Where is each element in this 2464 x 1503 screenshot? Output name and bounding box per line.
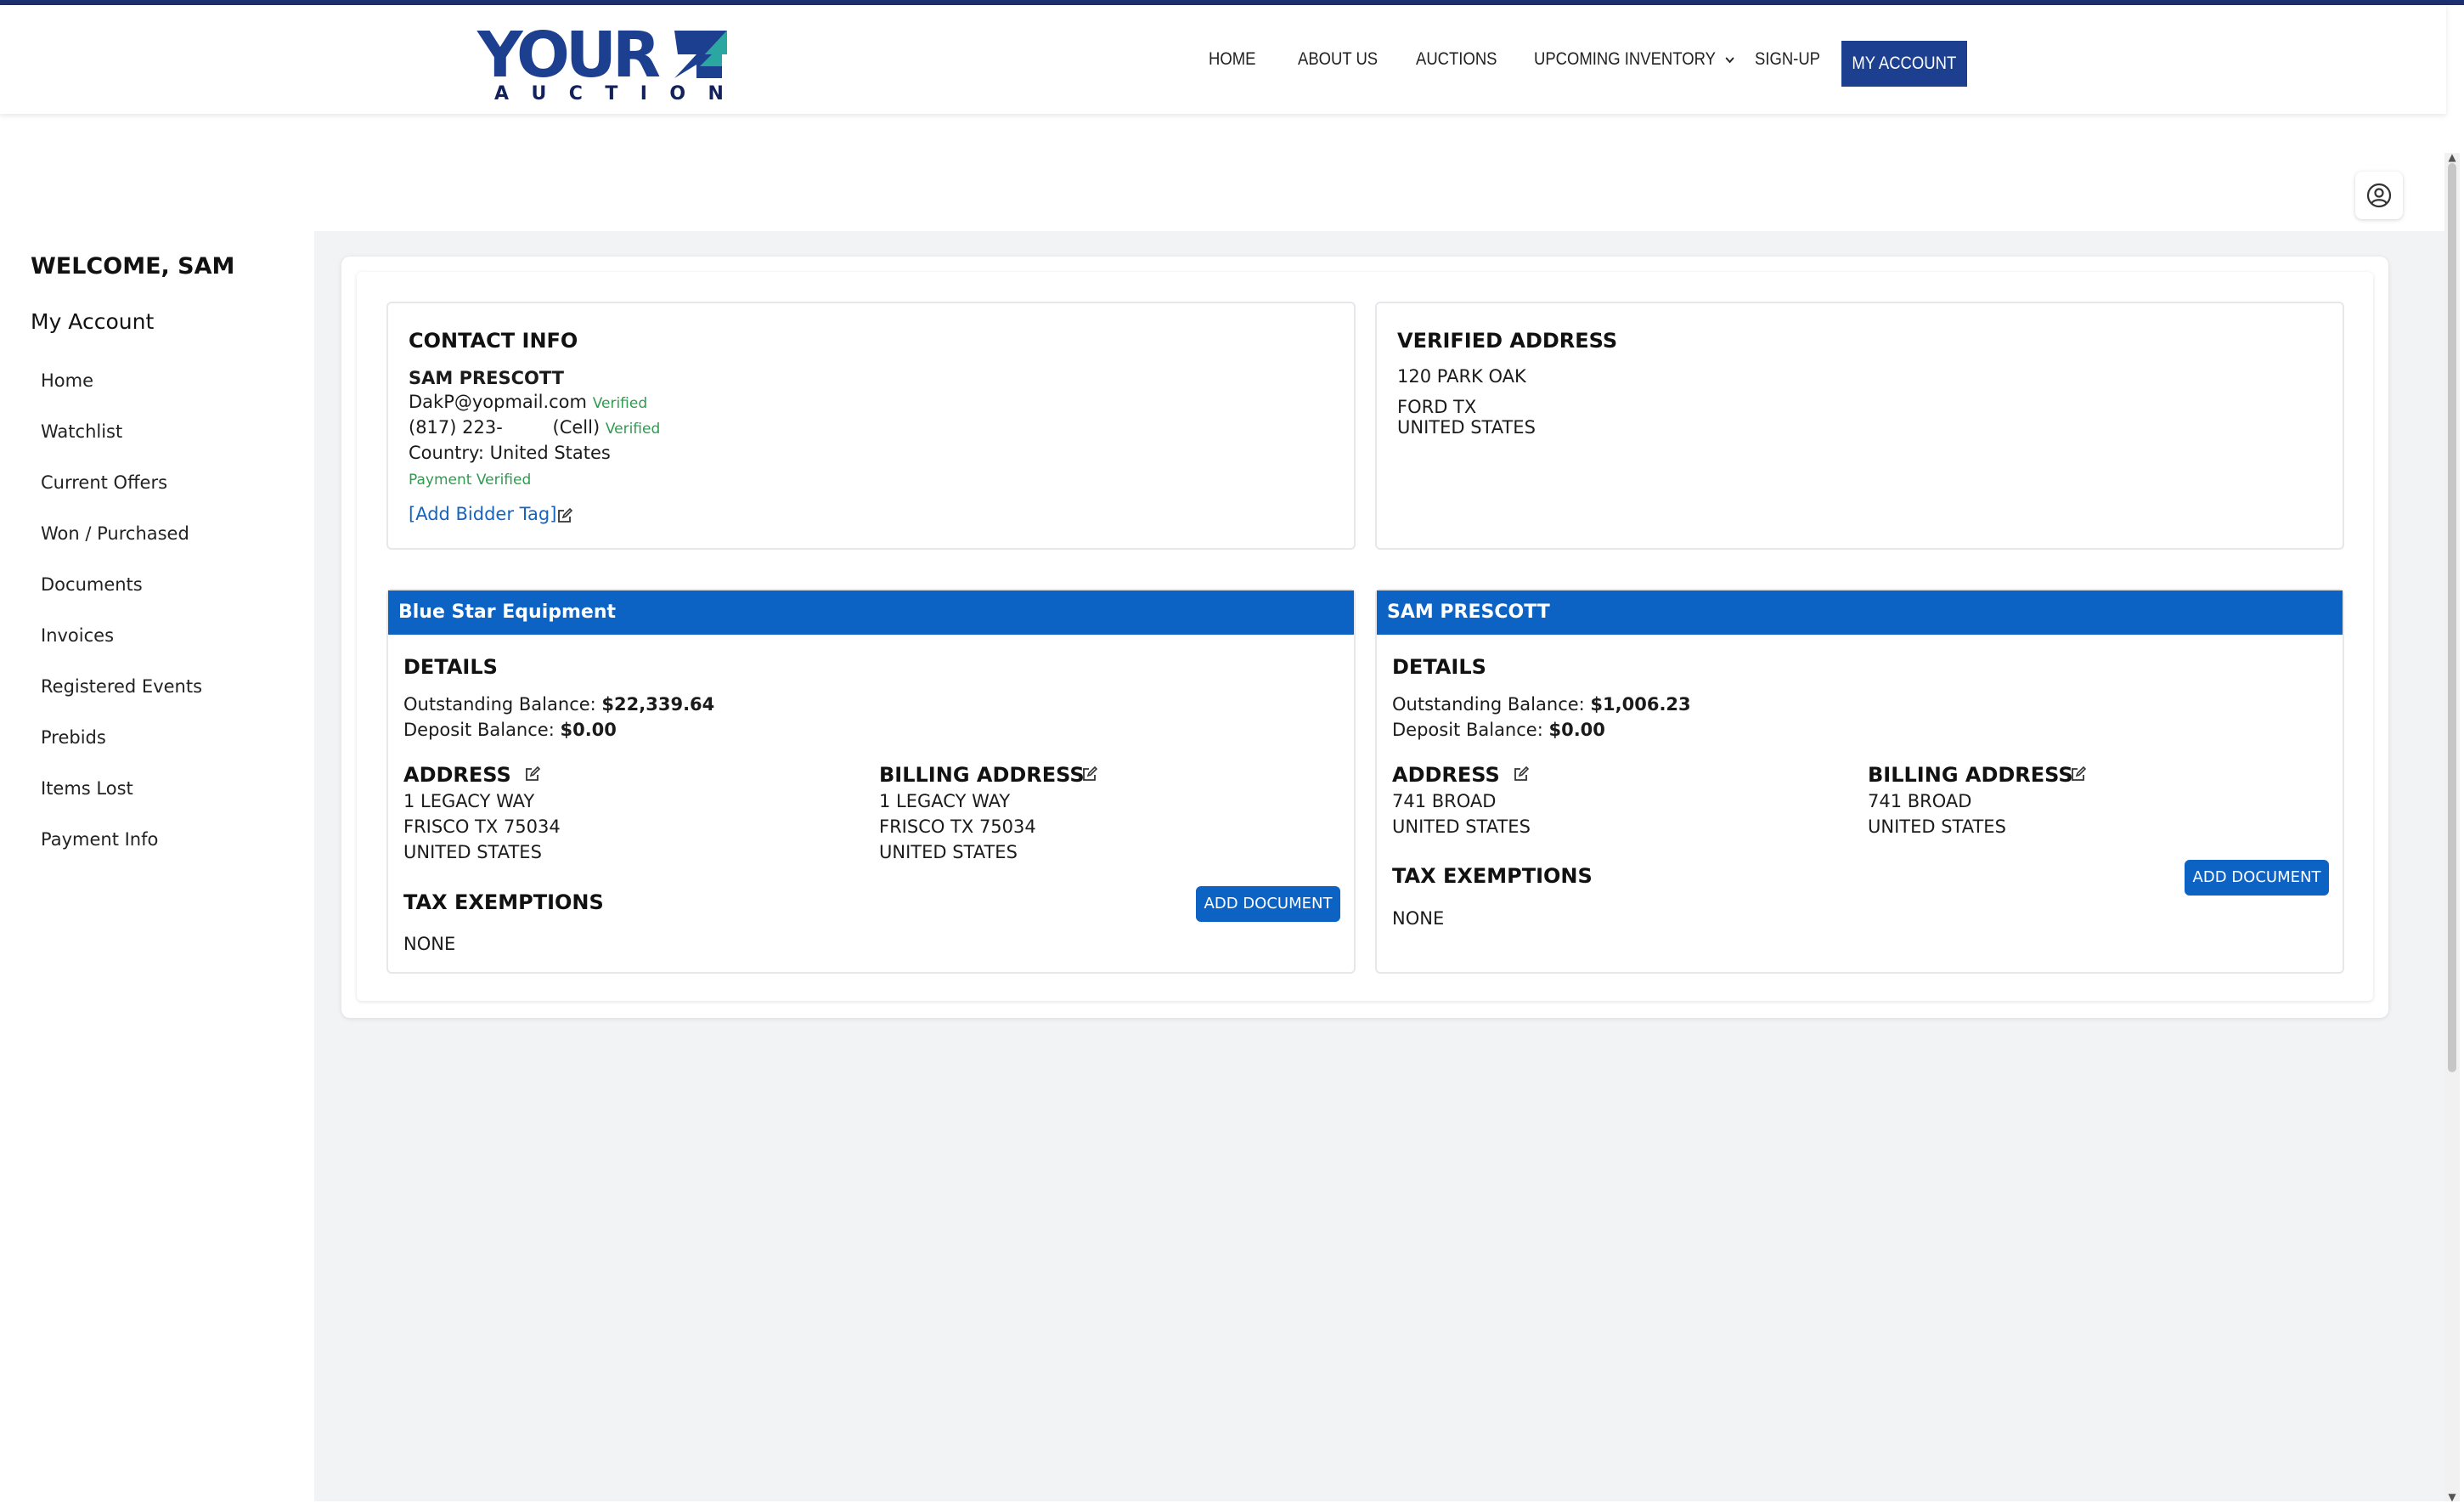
phone-verified-badge: Verified [605,421,661,438]
outstanding-balance: Outstanding Balance: $22,339.64 [403,694,715,715]
edit-address-icon[interactable] [1513,766,1530,783]
contact-phone: (817) 223- [409,417,503,438]
scroll-up-icon[interactable]: ▲ [2446,152,2458,162]
contact-info-card: CONTACT INFO SAM PRESCOTT DakP@yopmail.c… [386,302,1356,550]
nav-upcoming-inventory[interactable]: UPCOMING INVENTORY [1534,36,1734,83]
verified-address-card: VERIFIED ADDRESS 120 PARK OAK FORD TX UN… [1375,302,2344,550]
contact-name: SAM PRESCOTT [409,368,565,388]
details-title: DETAILS [1392,655,1486,679]
page-scrollbar[interactable]: ▲ ▼ [2444,152,2460,1502]
verified-address-line1: 120 PARK OAK [1397,366,1526,387]
sidebar-item-registered-events[interactable]: Registered Events [41,676,202,697]
sidebar-item-watchlist[interactable]: Watchlist [41,421,122,442]
site-header: YOUR AUCTION HOME ABOUT US AUCTIONS UPCO… [0,5,2446,114]
tax-exemptions-title: TAX EXEMPTIONS [403,890,604,914]
address-line: FRISCO TX 75034 [403,816,561,837]
verified-address-title: VERIFIED ADDRESS [1397,329,1618,353]
deposit-balance: Deposit Balance: $0.00 [403,720,617,740]
edit-icon[interactable] [556,507,573,524]
contact-email: DakP@yopmail.com [409,392,587,412]
address-line: UNITED STATES [1392,816,1531,837]
billing-address-title: BILLING ADDRESS [1868,763,2073,787]
billing-address-title: BILLING ADDRESS [879,763,1085,787]
logo-subtitle: AUCTION [494,83,724,105]
billing-line: 1 LEGACY WAY [879,791,1011,811]
contact-email-row: DakP@yopmail.com Verified [409,392,647,412]
address-line: 741 BROAD [1392,791,1497,811]
verified-address-line3: UNITED STATES [1397,417,1536,438]
address-line: 1 LEGACY WAY [403,791,535,811]
sidebar-item-invoices[interactable]: Invoices [41,625,114,646]
site-logo[interactable]: YOUR AUCTION [477,24,732,105]
outstanding-balance: Outstanding Balance: $1,006.23 [1392,694,1691,715]
sidebar-item-current-offers[interactable]: Current Offers [41,472,167,493]
sidebar-item-payment-info[interactable]: Payment Info [41,829,158,850]
welcome-heading: WELCOME, SAM [31,253,235,280]
nav-home[interactable]: HOME [1209,36,1255,83]
tax-exemptions-value: NONE [1392,908,1445,929]
nav-auctions[interactable]: AUCTIONS [1416,36,1497,83]
account-card: Blue Star Equipment DETAILS Outstanding … [386,589,1356,974]
add-document-button[interactable]: ADD DOCUMENT [1196,886,1340,922]
contact-phone-type: (Cell) [552,417,600,438]
contact-info-title: CONTACT INFO [409,329,578,353]
account-card: SAM PRESCOTT DETAILS Outstanding Balance… [1375,589,2344,974]
add-bidder-tag-link[interactable]: [Add Bidder Tag] [409,504,556,524]
my-account-button[interactable]: MY ACCOUNT [1841,41,1967,87]
email-verified-badge: Verified [592,395,648,412]
account-sidebar: WELCOME, SAM My Account Home Watchlist C… [0,231,314,1501]
contact-country: Country: United States [409,443,611,463]
verified-address-line2: FORD TX [1397,397,1477,417]
account-header: SAM PRESCOTT [1377,590,2343,635]
address-title: ADDRESS [1392,763,1500,787]
my-account-heading: My Account [31,309,155,334]
edit-billing-icon[interactable] [1081,766,1098,783]
sidebar-item-prebids[interactable]: Prebids [41,727,106,748]
edit-address-icon[interactable] [524,766,541,783]
edit-billing-icon[interactable] [2070,766,2087,783]
sidebar-item-items-lost[interactable]: Items Lost [41,778,133,799]
tax-exemptions-value: NONE [403,934,456,954]
user-circle-icon [2366,183,2392,208]
billing-line: 741 BROAD [1868,791,1972,811]
add-document-button[interactable]: ADD DOCUMENT [2185,860,2329,896]
address-title: ADDRESS [403,763,511,787]
deposit-balance: Deposit Balance: $0.00 [1392,720,1605,740]
details-title: DETAILS [403,655,498,679]
chevron-down-icon [1725,57,1734,64]
billing-line: UNITED STATES [1868,816,2006,837]
nav-sign-up[interactable]: SIGN-UP [1755,36,1820,83]
contact-phone-row: (817) 223- (Cell) Verified [409,417,660,438]
payment-verified-badge: Payment Verified [409,472,532,489]
logo-wordmark: YOUR [477,19,661,92]
billing-line: UNITED STATES [879,842,1018,862]
account-header: Blue Star Equipment [388,590,1354,635]
tax-exemptions-title: TAX EXEMPTIONS [1392,864,1593,888]
sidebar-item-won-purchased[interactable]: Won / Purchased [41,523,189,544]
address-line: UNITED STATES [403,842,542,862]
scroll-thumb[interactable] [2448,163,2456,1072]
nav-about-us[interactable]: ABOUT US [1298,36,1378,83]
sidebar-item-documents[interactable]: Documents [41,574,143,595]
logo-arrow-icon [674,31,727,78]
profile-button[interactable] [2355,172,2403,219]
scroll-down-icon[interactable]: ▼ [2446,1492,2458,1502]
billing-line: FRISCO TX 75034 [879,816,1036,837]
sidebar-item-home[interactable]: Home [41,370,93,391]
